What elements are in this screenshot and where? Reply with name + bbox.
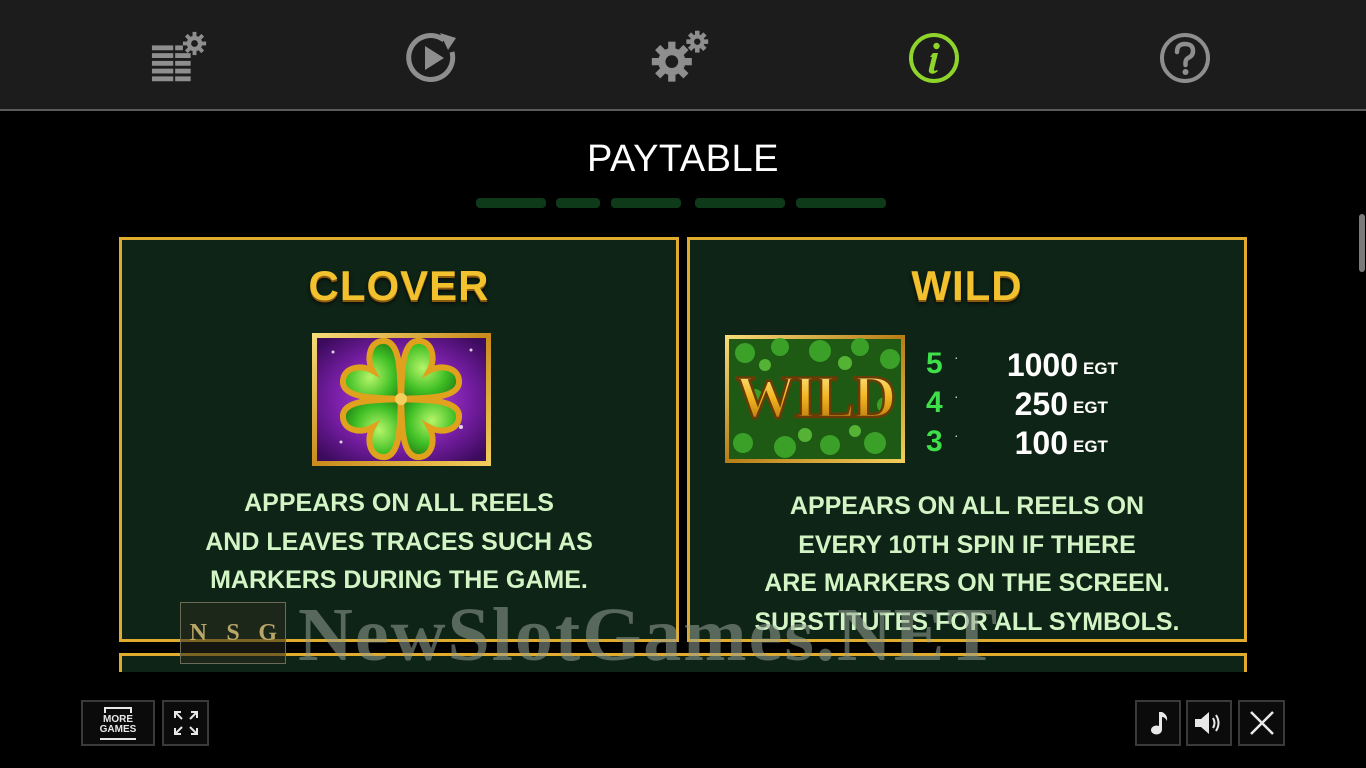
- top-nav-bar: [0, 0, 1366, 111]
- payout-row-4: 4 · 250 EGT: [926, 386, 1156, 422]
- wild-symbol-panel: WILD WILD 5 · 1000 EGT 4 · 250 EGT 3 · 1…: [687, 237, 1247, 642]
- faded-game-logo: [470, 186, 895, 212]
- description-line: APPEARS ON ALL REELS: [244, 489, 554, 517]
- info-button[interactable]: [904, 28, 964, 88]
- wild-title: WILD: [911, 262, 1023, 309]
- description-line: AND LEAVES TRACES SUCH AS: [205, 527, 593, 556]
- description-line: ARE MARKERS ON THE SCREEN.: [764, 569, 1170, 597]
- settings-button[interactable]: [650, 28, 710, 88]
- sound-button[interactable]: [1186, 700, 1232, 746]
- page-title: PAYTABLE: [587, 138, 779, 180]
- payout-count: 4: [926, 386, 943, 419]
- description-line: MARKERS DURING THE GAME.: [210, 566, 588, 594]
- settings-gears-icon: [651, 30, 709, 82]
- autoplay-icon: [406, 33, 456, 82]
- help-button[interactable]: [1155, 28, 1215, 88]
- payout-count: 3: [926, 425, 943, 458]
- wild-description: APPEARS ON ALL REELS ON EVERY 10TH SPIN …: [690, 487, 1244, 641]
- description-line: SUBSTITUTES FOR ALL SYMBOLS.: [754, 607, 1180, 636]
- music-note-icon: [1151, 712, 1168, 735]
- autoplay-button[interactable]: [402, 28, 462, 88]
- help-icon: [1160, 33, 1210, 83]
- payout-row-5: 5 · 1000 EGT: [926, 347, 1156, 383]
- close-icon: [1249, 711, 1274, 735]
- clover-description: APPEARS ON ALL REELS AND LEAVES TRACES S…: [122, 484, 676, 600]
- more-games-label-line2: GAMES: [99, 723, 137, 735]
- next-symbol-panel: [119, 653, 1247, 672]
- more-games-label-line1: MORE: [103, 713, 133, 725]
- wild-image-text: WILD: [736, 364, 895, 430]
- clover-symbol-icon: [311, 332, 492, 467]
- payout-amount: 250: [1014, 386, 1068, 422]
- fullscreen-icon: [173, 711, 198, 735]
- music-button[interactable]: [1135, 700, 1181, 746]
- clover-title: CLOVER: [308, 262, 490, 309]
- more-games-button[interactable]: MORE GAMES: [81, 700, 155, 746]
- description-line: APPEARS ON ALL REELS ON: [789, 492, 1145, 520]
- clover-symbol-panel: CLOVER APPEARS ON ALL REELS AND LEAVES T…: [119, 237, 679, 642]
- scrollbar-thumb[interactable]: [1359, 214, 1365, 272]
- bet-settings-button[interactable]: [150, 28, 210, 88]
- payout-unit: EGT: [1073, 437, 1108, 456]
- payout-unit: EGT: [1073, 398, 1108, 417]
- payout-count: 5: [926, 347, 943, 380]
- payout-row-3: 3 · 100 EGT: [926, 425, 1156, 461]
- speaker-icon: [1195, 712, 1220, 734]
- payout-amount: 1000: [1006, 347, 1078, 383]
- home-roof-icon: [104, 706, 132, 713]
- payout-unit: EGT: [1083, 359, 1118, 378]
- wild-symbol-icon: WILD: [725, 335, 905, 463]
- payout-dot: ·: [954, 427, 959, 443]
- paytable-content: CLOVER APPEARS ON ALL REELS AND LEAVES T…: [0, 230, 1366, 672]
- close-button[interactable]: [1238, 700, 1285, 746]
- bet-settings-icon: [151, 31, 207, 82]
- payout-amount: 100: [1014, 425, 1068, 461]
- payout-dot: ·: [954, 388, 959, 404]
- fullscreen-button[interactable]: [162, 700, 209, 746]
- home-base-icon: [100, 737, 136, 740]
- description-line: EVERY 10TH SPIN IF THERE: [798, 530, 1136, 559]
- payout-dot: ·: [954, 349, 959, 365]
- info-icon: [909, 33, 959, 83]
